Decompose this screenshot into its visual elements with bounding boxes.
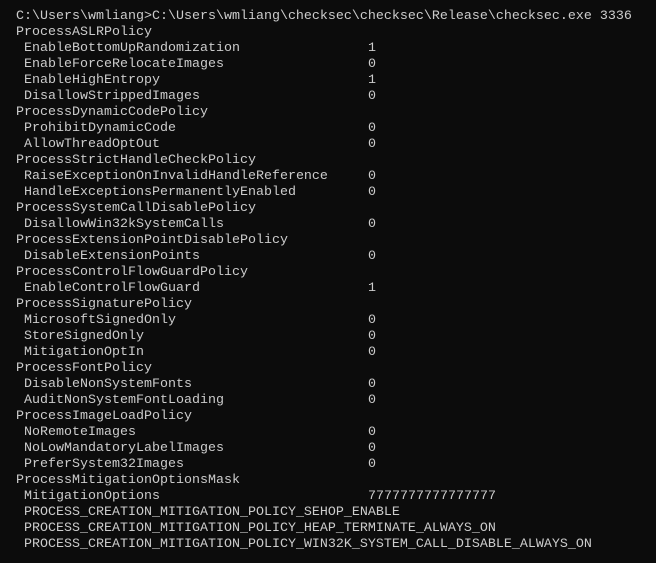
policy-item-name: MitigationOptIn (24, 345, 144, 360)
policy-item: ProhibitDynamicCode 0 (16, 121, 656, 137)
policy-item: MicrosoftSignedOnly 0 (16, 313, 656, 329)
policy-item-name: DisallowWin32kSystemCalls (24, 217, 224, 232)
policy-item: EnableBottomUpRandomization 1 (16, 41, 656, 57)
policy-item-name: ProhibitDynamicCode (24, 121, 176, 136)
policy-item: MitigationOptions 7777777777777777 (16, 489, 656, 505)
command-line: C:\Users\wmliang>C:\Users\wmliang\checks… (16, 9, 632, 24)
policy-item-name: AuditNonSystemFontLoading (24, 393, 224, 408)
policy-item-value: 1 (368, 73, 376, 88)
policy-item-name: DisableNonSystemFonts (24, 377, 192, 392)
policy-item-name: AllowThreadOptOut (24, 137, 160, 152)
policy-item-name: EnableControlFlowGuard (24, 281, 200, 296)
policy-item-value: 0 (368, 169, 376, 184)
policy-item-value: 0 (368, 57, 376, 72)
policy-item-name: MicrosoftSignedOnly (24, 313, 176, 328)
policy-item-value: 0 (368, 457, 376, 472)
policy-item-name: MitigationOptions (24, 489, 160, 504)
policy-item: AuditNonSystemFontLoading 0 (16, 393, 656, 409)
policy-item-value: 0 (368, 393, 376, 408)
policy-header: ProcessExtensionPointDisablePolicy (16, 233, 288, 248)
policy-item: NoLowMandatoryLabelImages 0 (16, 441, 656, 457)
policy-item: EnableHighEntropy 1 (16, 73, 656, 89)
policy-item-name: DisallowStrippedImages (24, 89, 200, 104)
policy-item: EnableControlFlowGuard 1 (16, 281, 656, 297)
policy-header: ProcessControlFlowGuardPolicy (16, 265, 248, 280)
policy-header: ProcessSignaturePolicy (16, 297, 192, 312)
policy-header: ProcessMitigationOptionsMask (16, 473, 240, 488)
policy-header: ProcessStrictHandleCheckPolicy (16, 153, 256, 168)
mitigation-flag: PROCESS_CREATION_MITIGATION_POLICY_SEHOP… (24, 505, 400, 520)
policy-item-name: NoRemoteImages (24, 425, 136, 440)
policy-item-name: DisableExtensionPoints (24, 249, 200, 264)
policy-item-value: 7777777777777777 (368, 489, 496, 504)
policy-item-value: 0 (368, 345, 376, 360)
policy-item-value: 0 (368, 89, 376, 104)
policy-item-name: EnableForceRelocateImages (24, 57, 224, 72)
policy-item-value: 0 (368, 377, 376, 392)
mitigation-flag: PROCESS_CREATION_MITIGATION_POLICY_WIN32… (24, 537, 592, 552)
policy-item-value: 1 (368, 41, 376, 56)
policy-header: ProcessSystemCallDisablePolicy (16, 201, 256, 216)
policy-item-value: 0 (368, 137, 376, 152)
policy-item: NoRemoteImages 0 (16, 425, 656, 441)
console-output: C:\Users\wmliang>C:\Users\wmliang\checks… (16, 9, 656, 553)
policy-item: DisallowStrippedImages 0 (16, 89, 656, 105)
policy-item-value: 0 (368, 313, 376, 328)
policy-item-value: 0 (368, 425, 376, 440)
policy-item: MitigationOptIn 0 (16, 345, 656, 361)
policy-header: ProcessASLRPolicy (16, 25, 152, 40)
policy-item-value: 0 (368, 329, 376, 344)
policy-item-value: 0 (368, 121, 376, 136)
policy-item-name: PreferSystem32Images (24, 457, 184, 472)
policy-header: ProcessImageLoadPolicy (16, 409, 192, 424)
policy-item: AllowThreadOptOut 0 (16, 137, 656, 153)
policy-item: EnableForceRelocateImages 0 (16, 57, 656, 73)
policy-header: ProcessFontPolicy (16, 361, 152, 376)
policy-item: HandleExceptionsPermanentlyEnabled 0 (16, 185, 656, 201)
policy-item-name: HandleExceptionsPermanentlyEnabled (24, 185, 296, 200)
policy-item-name: EnableHighEntropy (24, 73, 160, 88)
policy-item-value: 0 (368, 185, 376, 200)
policy-item-name: StoreSignedOnly (24, 329, 144, 344)
policy-header: ProcessDynamicCodePolicy (16, 105, 208, 120)
policy-item-value: 0 (368, 217, 376, 232)
policy-item-value: 1 (368, 281, 376, 296)
policy-item: StoreSignedOnly 0 (16, 329, 656, 345)
policy-item-name: NoLowMandatoryLabelImages (24, 441, 224, 456)
policy-item-name: RaiseExceptionOnInvalidHandleReference (24, 169, 328, 184)
policy-item-name: EnableBottomUpRandomization (24, 41, 240, 56)
policy-item: DisableNonSystemFonts 0 (16, 377, 656, 393)
policy-item: DisableExtensionPoints 0 (16, 249, 656, 265)
policy-item: RaiseExceptionOnInvalidHandleReference 0 (16, 169, 656, 185)
policy-item: PreferSystem32Images 0 (16, 457, 656, 473)
policy-item: DisallowWin32kSystemCalls 0 (16, 217, 656, 233)
mitigation-flag: PROCESS_CREATION_MITIGATION_POLICY_HEAP_… (24, 521, 496, 536)
policy-item-value: 0 (368, 249, 376, 264)
policy-item-value: 0 (368, 441, 376, 456)
